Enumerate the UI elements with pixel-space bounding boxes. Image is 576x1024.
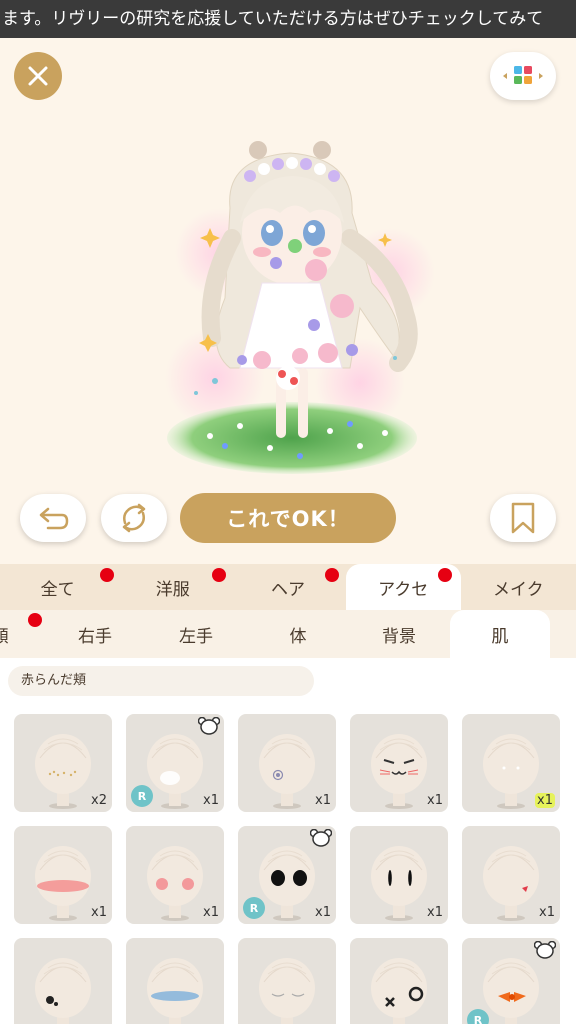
- tab-label: アクセ: [378, 579, 429, 600]
- color-palette-button[interactable]: [490, 52, 556, 100]
- item-count: x1: [203, 905, 219, 920]
- tab-clothes[interactable]: 洋服: [115, 564, 230, 610]
- ticker-text: ます。リヴリーの研究を応援していただける方はぜひチェックしてみて: [2, 9, 544, 29]
- item-card[interactable]: x1: [462, 714, 560, 812]
- avatar-preview: [165, 141, 435, 474]
- bear-icon: [198, 717, 220, 735]
- subtab-body[interactable]: 体: [248, 610, 348, 658]
- item-card[interactable]: x1: [238, 714, 336, 812]
- subcategory-tabs: 顔 右手 左手 体 背景 肌: [0, 610, 576, 658]
- item-card[interactable]: [14, 938, 112, 1024]
- category-tabs: 全て 洋服 ヘア アクセ メイク: [0, 564, 576, 610]
- item-count: x1: [427, 793, 443, 808]
- undo-button[interactable]: [20, 494, 86, 542]
- item-card[interactable]: [350, 938, 448, 1024]
- item-count: x1: [315, 793, 331, 808]
- new-badge: [28, 613, 42, 627]
- item-count: x2: [91, 793, 107, 808]
- subtab-skin[interactable]: 肌: [450, 610, 550, 658]
- undo-icon: [39, 507, 69, 530]
- close-button[interactable]: [14, 52, 62, 100]
- item-list: 赤らんだ頬 x2 Rx1 x1 x1 x1 x1 x1 R x1 x1 x1 R: [0, 658, 576, 1024]
- tab-label: メイク: [493, 579, 544, 600]
- item-count: x1: [535, 793, 555, 808]
- item-card[interactable]: x1: [350, 826, 448, 924]
- item-card[interactable]: x1: [126, 826, 224, 924]
- tab-makeup[interactable]: メイク: [461, 564, 576, 610]
- tab-accessories[interactable]: アクセ: [345, 564, 461, 610]
- item-card[interactable]: x1: [462, 826, 560, 924]
- subtab-left-hand[interactable]: 左手: [146, 610, 246, 658]
- subtab-label: 右手: [78, 626, 112, 647]
- tab-all[interactable]: 全て: [0, 564, 115, 610]
- rare-badge: R: [243, 897, 265, 919]
- new-badge: [100, 568, 114, 582]
- item-count: x1: [427, 905, 443, 920]
- new-badge: [212, 568, 227, 582]
- rare-badge: R: [131, 785, 153, 807]
- mannequin-head-icon: [35, 958, 91, 1024]
- tab-label: 洋服: [155, 579, 190, 600]
- item-card[interactable]: [238, 938, 336, 1024]
- item-count: x1: [203, 793, 219, 808]
- subtab-background[interactable]: 背景: [349, 610, 449, 658]
- refresh-icon: [122, 503, 146, 533]
- item-card[interactable]: x1: [350, 714, 448, 812]
- color-swatch-icon: [503, 66, 543, 84]
- bookmark-icon: [511, 502, 535, 534]
- rare-badge: R: [467, 1009, 489, 1024]
- confirm-button[interactable]: これでOK！: [180, 493, 396, 543]
- item-count: x1: [539, 905, 555, 920]
- item-count: x1: [91, 905, 107, 920]
- bookmark-button[interactable]: [490, 494, 556, 542]
- mannequin-head-icon: [371, 958, 427, 1024]
- new-badge: [437, 568, 452, 582]
- subtab-face[interactable]: 顔: [0, 610, 9, 658]
- item-card[interactable]: [126, 938, 224, 1024]
- avatar-stage: これでOK！: [0, 38, 576, 564]
- news-ticker: ます。リヴリーの研究を応援していただける方はぜひチェックしてみて: [0, 0, 576, 38]
- random-button[interactable]: [101, 494, 167, 542]
- subtab-label: 左手: [179, 626, 213, 647]
- bear-icon: [534, 941, 556, 959]
- tab-label: ヘア: [270, 579, 305, 600]
- item-card[interactable]: Rx1: [238, 826, 336, 924]
- item-card[interactable]: x2: [14, 714, 112, 812]
- tab-hair[interactable]: ヘア: [230, 564, 345, 610]
- subtab-label: 肌: [491, 626, 509, 647]
- section-header: 赤らんだ頬: [8, 666, 314, 696]
- close-icon: [28, 66, 48, 86]
- subtab-label: 背景: [382, 626, 416, 647]
- subtab-right-hand[interactable]: 右手: [45, 610, 145, 658]
- bear-icon: [310, 829, 332, 847]
- mannequin-head-icon: [259, 958, 315, 1024]
- new-badge: [325, 568, 340, 582]
- mannequin-head-icon: [147, 958, 203, 1024]
- item-count: x1: [315, 905, 331, 920]
- item-card[interactable]: x1: [14, 826, 112, 924]
- subtab-label: 体: [289, 626, 307, 647]
- tab-label: 全て: [40, 579, 75, 600]
- item-card[interactable]: Rx1: [126, 714, 224, 812]
- subtab-label: 顔: [0, 622, 9, 647]
- item-card[interactable]: R: [462, 938, 560, 1024]
